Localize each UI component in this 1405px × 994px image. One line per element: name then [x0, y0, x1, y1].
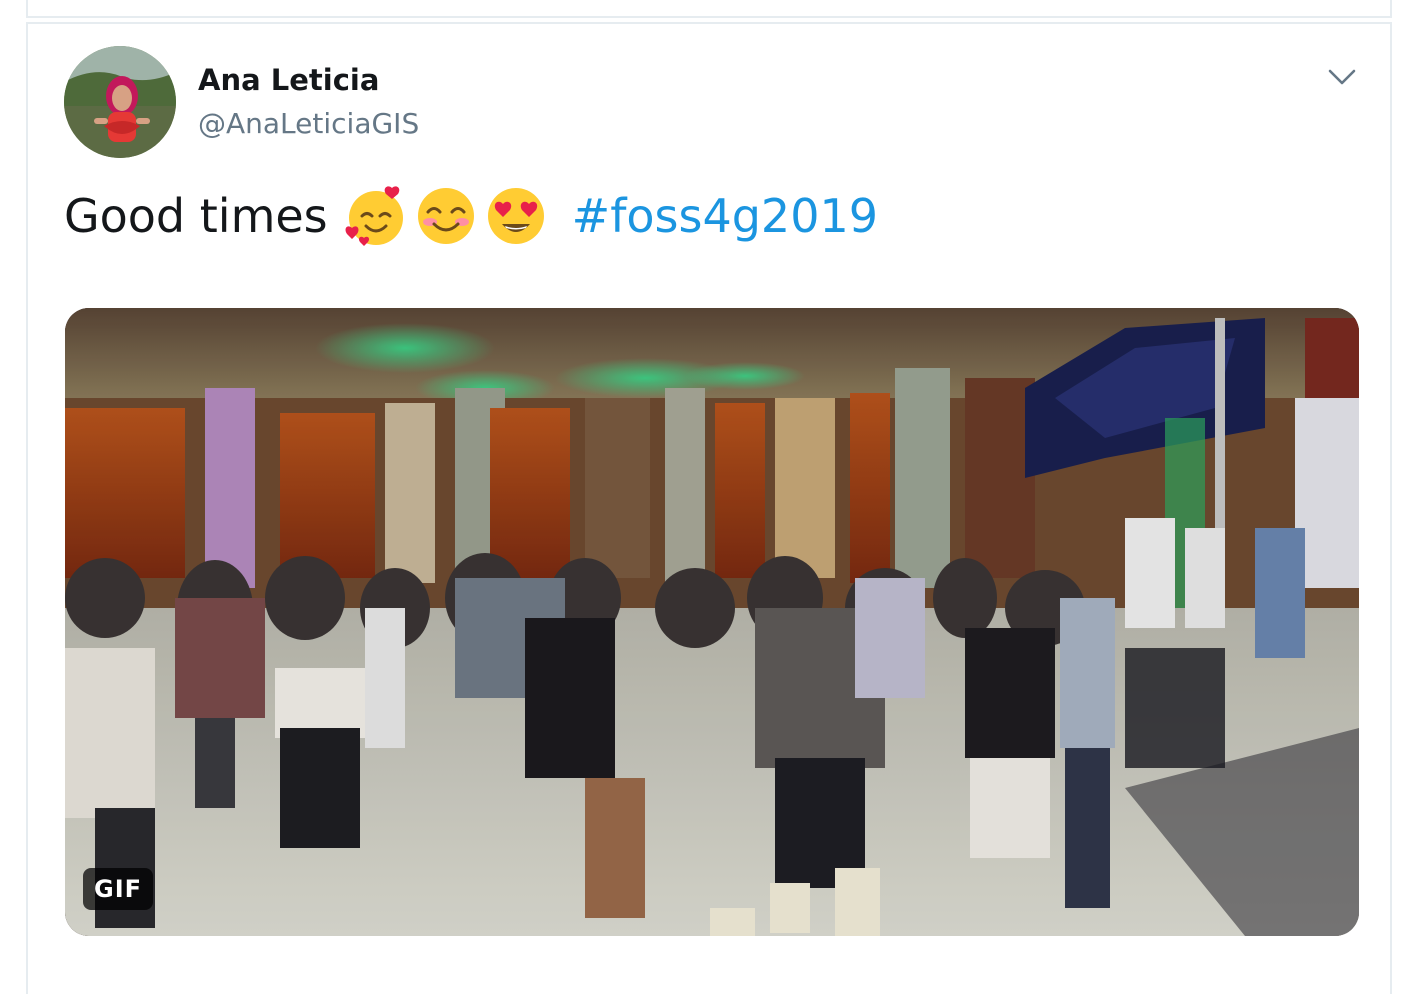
- chevron-down-icon[interactable]: [1324, 62, 1360, 92]
- author-name[interactable]: Ana Leticia: [198, 60, 379, 100]
- avatar[interactable]: [64, 46, 176, 158]
- smiling-face-with-hearts-icon: [344, 184, 408, 248]
- page: Ana Leticia @AnaLeticiaGIS Good times #f…: [0, 0, 1405, 994]
- smiling-face-with-smiling-eyes-icon: [414, 184, 478, 248]
- heart-eyes-icon: [484, 184, 548, 248]
- hashtag-link[interactable]: #foss4g2019: [572, 184, 878, 248]
- author-handle[interactable]: @AnaLeticiaGIS: [198, 104, 419, 144]
- emoji-group: [344, 184, 554, 248]
- gif-frame-image: [65, 308, 1359, 936]
- tweet-card[interactable]: Ana Leticia @AnaLeticiaGIS Good times #f…: [26, 22, 1392, 994]
- tweet-text: Good times #foss4g2019: [64, 184, 878, 248]
- previous-tweet-card-edge: [26, 0, 1392, 18]
- gif-media[interactable]: GIF: [65, 308, 1359, 936]
- gif-badge: GIF: [83, 868, 154, 910]
- tweet-text-prefix: Good times: [64, 189, 328, 243]
